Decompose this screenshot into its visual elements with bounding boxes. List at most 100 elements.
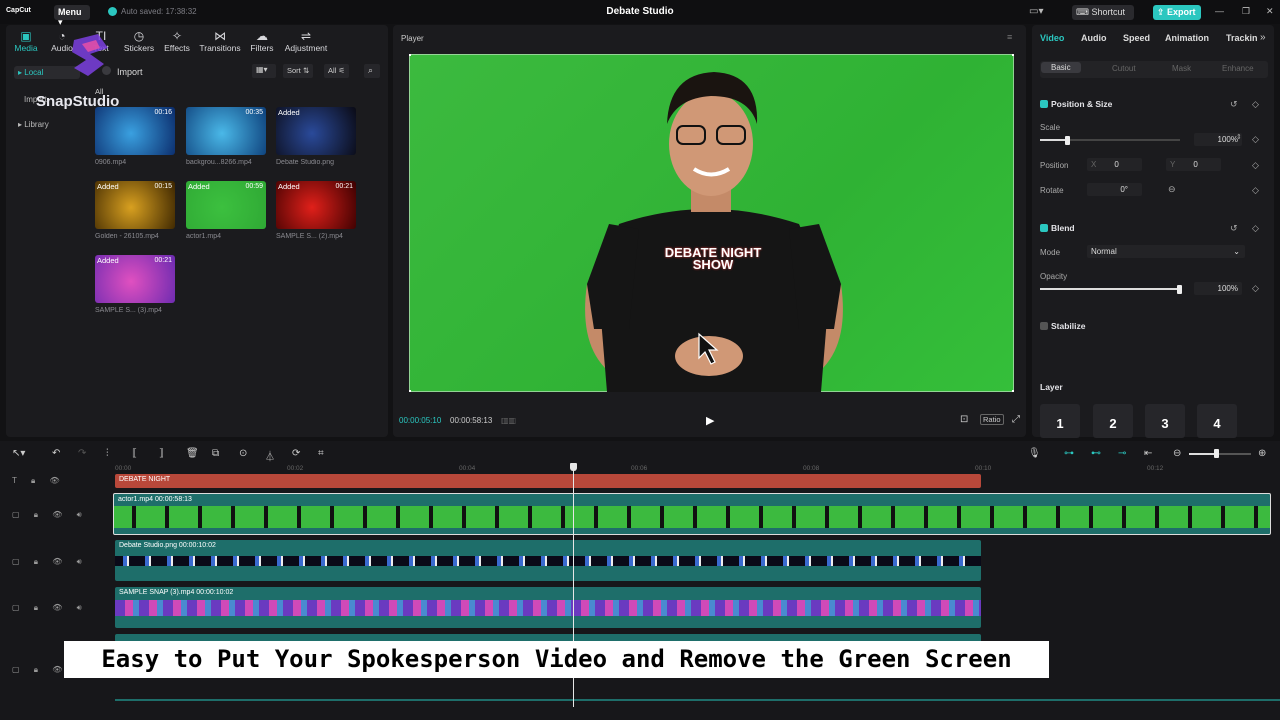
tab-filters[interactable]: ☁ Filters	[242, 29, 282, 53]
microphone-icon[interactable]: 🎙︎	[1028, 448, 1041, 459]
debate-studio-clip[interactable]: Debate Studio.png 00:00:10:02	[115, 540, 981, 581]
link-icon[interactable]: ⊶	[1064, 448, 1074, 459]
freeze-icon[interactable]: ⧉	[212, 448, 219, 459]
layer-button-2[interactable]: 2	[1093, 404, 1133, 438]
position-size-section[interactable]: Position & Size	[1040, 99, 1112, 109]
media-thumbnail[interactable]: Added 00:15	[95, 181, 175, 229]
export-button[interactable]: ⇪ Export	[1153, 5, 1201, 20]
reset-icon[interactable]: ↺	[1230, 99, 1238, 110]
chevron-right-icon[interactable]: »	[1260, 32, 1266, 43]
text-track-controls[interactable]: T 🔒︎ 👁︎	[12, 476, 66, 486]
tab-label: Transitions	[199, 43, 241, 53]
zoom-in-icon[interactable]: ⊕	[1258, 448, 1266, 459]
snap-icon[interactable]: ⊷	[1091, 448, 1101, 459]
split-right-icon[interactable]: ⟧	[159, 448, 164, 459]
stepper-icon[interactable]: ⇕	[1236, 133, 1242, 141]
menu-lines-icon[interactable]: ≡	[1007, 32, 1012, 42]
chevron-down-icon: ⌄	[1233, 247, 1240, 256]
blend-section[interactable]: Blend	[1040, 223, 1075, 233]
opacity-slider-knob[interactable]	[1177, 285, 1182, 294]
timeline-ruler-icon[interactable]: ▥▥	[501, 416, 516, 425]
layer-button-4[interactable]: 4	[1197, 404, 1237, 438]
tab-video[interactable]: Video	[1040, 33, 1064, 43]
main-track-controls[interactable]: ▢ 🔒︎ 👁︎ 🔊︎	[12, 510, 88, 520]
rotate-field[interactable]: 0°	[1087, 183, 1142, 196]
track-2-controls[interactable]: ▢ 🔒︎ 👁︎ 🔊︎	[12, 557, 88, 567]
tab-adjustment[interactable]: ⇌ Adjustment	[280, 29, 332, 53]
scale-label: Scale	[1040, 123, 1061, 132]
tab-audio-inspector[interactable]: Audio	[1081, 33, 1107, 43]
play-icon[interactable]: ▶	[706, 414, 714, 427]
reset-icon[interactable]: ↺	[1230, 223, 1238, 234]
layout-icon[interactable]: ▭▾	[1029, 6, 1043, 17]
media-thumbnail[interactable]: 00:16	[95, 107, 175, 155]
reverse-icon[interactable]: ⊙	[239, 448, 247, 459]
layer-button-1[interactable]: 1	[1040, 404, 1080, 438]
rotate-icon[interactable]: ⟳	[292, 448, 300, 459]
opacity-value-field[interactable]: 100%	[1194, 282, 1242, 295]
media-thumbnail[interactable]: 00:35	[186, 107, 266, 155]
search-icon[interactable]: ⌕	[364, 64, 380, 78]
media-thumbnail[interactable]: Added 00:59	[186, 181, 266, 229]
keyframe-icon[interactable]: ◇	[1252, 283, 1259, 294]
tab-speed[interactable]: Speed	[1123, 33, 1150, 43]
scale-value-field[interactable]: 100%	[1194, 133, 1242, 146]
keyframe-icon[interactable]: ◇	[1252, 160, 1259, 171]
fit-screen-icon[interactable]: ⊡	[960, 414, 968, 425]
fullscreen-icon[interactable]: ⤢	[1012, 414, 1020, 425]
minimize-icon[interactable]: —	[1215, 6, 1224, 16]
tab-label: Adjustment	[284, 43, 328, 53]
media-thumbnail[interactable]: Added 00:21	[276, 181, 356, 229]
undo-icon[interactable]: ↶	[52, 448, 60, 459]
split-left-icon[interactable]: ⟦	[132, 448, 137, 459]
split-icon[interactable]: ⫶	[106, 448, 109, 459]
tab-animation[interactable]: Animation	[1165, 33, 1209, 43]
tab-media[interactable]: ▣ Media	[6, 29, 46, 53]
subtab-cutout[interactable]: Cutout	[1112, 64, 1136, 73]
keyframe-icon[interactable]: ◇	[1252, 99, 1259, 110]
align-icon[interactable]: ⇤	[1144, 448, 1152, 459]
position-y-field[interactable]: Y0	[1166, 158, 1221, 171]
preview-axis-icon[interactable]: ⊸	[1118, 448, 1126, 459]
redo-icon[interactable]: ↷	[78, 448, 86, 459]
main-video-clip[interactable]: actor1.mp4 00:00:58:13	[113, 493, 1271, 535]
keyframe-icon[interactable]: ◇	[1252, 134, 1259, 145]
sort-button[interactable]: Sort ⇅	[283, 64, 314, 78]
shortcut-button[interactable]: ⌨ Shortcut	[1072, 5, 1134, 20]
video-preview[interactable]: DEBATE NIGHT SHOW	[407, 52, 1016, 394]
ratio-button[interactable]: Ratio	[980, 414, 1004, 425]
media-thumbnail[interactable]: Added 00:21	[95, 255, 175, 303]
track-3-controls[interactable]: ▢ 🔒︎ 👁︎ 🔊︎	[12, 603, 88, 613]
close-icon[interactable]: ✕	[1266, 6, 1274, 17]
mirror-icon[interactable]: ⏃	[265, 448, 275, 463]
layer-button-3[interactable]: 3	[1145, 404, 1185, 438]
shortcut-label: Shortcut	[1091, 7, 1126, 17]
subtab-basic[interactable]: Basic	[1041, 62, 1081, 73]
scale-slider-knob[interactable]	[1065, 136, 1070, 145]
tab-transitions[interactable]: ⋈ Transitions	[196, 29, 244, 53]
position-label: Position	[1040, 161, 1069, 170]
subtab-enhance[interactable]: Enhance	[1222, 64, 1254, 73]
tab-tracking[interactable]: Trackin	[1226, 33, 1258, 43]
maximize-icon[interactable]: ❐	[1242, 6, 1250, 17]
position-x-field[interactable]: X0	[1087, 158, 1142, 171]
rotate-icon[interactable]: ⊖	[1168, 184, 1176, 195]
text-clip[interactable]: DEBATE NIGHT	[115, 474, 981, 488]
zoom-out-icon[interactable]: ⊖	[1173, 448, 1181, 459]
keyframe-icon[interactable]: ◇	[1252, 185, 1259, 196]
tab-stickers[interactable]: ◷ Stickers	[119, 29, 159, 53]
view-grid-icon[interactable]: ▦▾	[252, 64, 276, 78]
sample-snap-clip[interactable]: SAMPLE SNAP (3).mp4 00:00:10:02	[115, 587, 981, 628]
media-thumbnail[interactable]: Added	[276, 107, 356, 155]
zoom-slider-knob[interactable]	[1214, 449, 1219, 458]
mode-select[interactable]: Normal ⌄	[1087, 245, 1245, 258]
sidebar-item-library[interactable]: ▸ Library	[14, 118, 80, 131]
stabilize-section[interactable]: Stabilize	[1040, 321, 1085, 331]
delete-icon[interactable]: 🗑︎	[186, 448, 199, 459]
keyframe-icon[interactable]: ◇	[1252, 223, 1259, 234]
subtab-mask[interactable]: Mask	[1172, 64, 1191, 73]
select-tool-icon[interactable]: ↖▾	[12, 448, 25, 459]
filter-all-button[interactable]: All ⚟	[324, 64, 350, 78]
tab-effects[interactable]: ✧ Effects	[157, 29, 197, 53]
crop-icon[interactable]: ⌗	[318, 448, 324, 459]
